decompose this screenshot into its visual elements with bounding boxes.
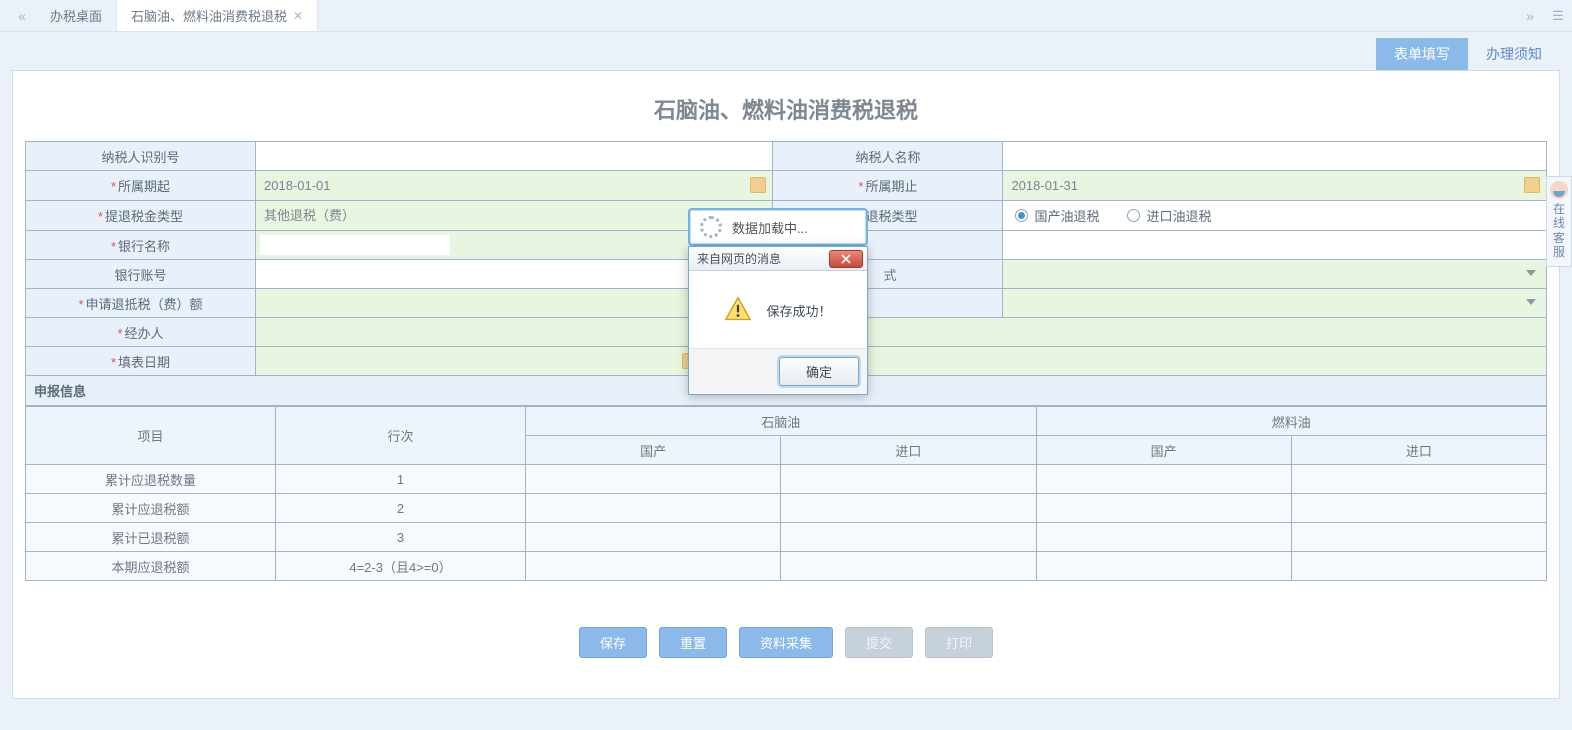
tool-tab-notice[interactable]: 办理须知 bbox=[1468, 38, 1560, 70]
decl-table: 项目 行次 石脑油 燃料油 国产 进口 国产 进口 累计应退税数量 1 累计应退… bbox=[25, 406, 1547, 581]
tabs-prev-icon[interactable]: « bbox=[8, 0, 36, 31]
calendar-icon[interactable] bbox=[750, 177, 766, 193]
loading-popup: 数据加载中... bbox=[688, 208, 868, 246]
lbl-bank-acct: 银行账号 bbox=[26, 260, 256, 289]
th-fueloil-import: 进口 bbox=[1291, 436, 1546, 465]
msgbox-body: 保存成功！ bbox=[766, 301, 831, 320]
avatar-icon bbox=[1550, 181, 1568, 199]
val-taxpayer-name[interactable] bbox=[1003, 142, 1547, 171]
chevron-down-icon[interactable] bbox=[1526, 270, 1536, 276]
lbl-period-from: *所属期起 bbox=[26, 171, 256, 201]
lbl-handler: *经办人 bbox=[26, 318, 256, 347]
tab-bar: « 办税桌面 石脑油、燃料油消费税退税 ✕ » ☰ bbox=[0, 0, 1572, 32]
val-taxpayer-id[interactable] bbox=[256, 142, 773, 171]
val-bank-name-extra[interactable] bbox=[1003, 231, 1547, 260]
print-button: 打印 bbox=[925, 627, 993, 658]
lbl-taxpayer-name: 纳税人名称 bbox=[773, 142, 1003, 171]
page-toolbar: 表单填写 办理须知 bbox=[0, 32, 1572, 70]
th-fueloil: 燃料油 bbox=[1036, 407, 1547, 436]
table-row: 累计应退税数量 1 bbox=[26, 465, 1547, 494]
val-handler[interactable] bbox=[256, 318, 1547, 347]
th-fueloil-domestic: 国产 bbox=[1036, 436, 1291, 465]
loading-text: 数据加载中... bbox=[732, 218, 808, 237]
calendar-icon[interactable] bbox=[1524, 177, 1540, 193]
chevron-down-icon[interactable] bbox=[1526, 299, 1536, 305]
warning-icon bbox=[724, 295, 752, 326]
ok-button[interactable]: 确定 bbox=[779, 357, 859, 386]
lbl-apply-amount: *申请退抵税（费）额 bbox=[26, 289, 256, 318]
collect-button[interactable]: 资料采集 bbox=[739, 627, 833, 658]
save-button[interactable]: 保存 bbox=[579, 627, 647, 658]
tab-home[interactable]: 办税桌面 bbox=[36, 0, 117, 31]
tab-current[interactable]: 石脑油、燃料油消费税退税 ✕ bbox=[117, 0, 318, 31]
message-box: 来自网页的消息 保存成功！ 确定 bbox=[688, 246, 868, 395]
tabs-menu-icon[interactable]: ☰ bbox=[1544, 8, 1572, 24]
close-icon[interactable] bbox=[829, 250, 863, 268]
tool-tab-form[interactable]: 表单填写 bbox=[1376, 38, 1468, 70]
table-row: 累计已退税额 3 bbox=[26, 523, 1547, 552]
th-naphtha-import: 进口 bbox=[781, 436, 1036, 465]
table-row: 本期应退税额 4=2-3（且4>=0） bbox=[26, 552, 1547, 581]
th-row: 行次 bbox=[276, 407, 526, 465]
th-naphtha: 石脑油 bbox=[526, 407, 1037, 436]
val-hidden2[interactable] bbox=[1003, 260, 1547, 289]
online-service[interactable]: 在线客服 在线客服 bbox=[1546, 176, 1572, 267]
val-tax-type: 国产油退税 进口油退税 bbox=[1003, 201, 1547, 231]
tabs-next-icon[interactable]: » bbox=[1516, 8, 1544, 24]
msgbox-titlebar: 来自网页的消息 bbox=[689, 247, 867, 271]
msgbox-title: 来自网页的消息 bbox=[697, 250, 781, 267]
lbl-taxpayer-id: 纳税人识别号 bbox=[26, 142, 256, 171]
val-period-from[interactable]: 2018-01-01 bbox=[256, 171, 773, 201]
reset-button[interactable]: 重置 bbox=[659, 627, 727, 658]
button-bar: 保存 重置 资料采集 提交 打印 bbox=[13, 627, 1559, 658]
lbl-refund-type: *提退税金类型 bbox=[26, 201, 256, 231]
lbl-period-to: *所属期止 bbox=[773, 171, 1003, 201]
radio-import[interactable]: 进口油退税 bbox=[1127, 206, 1211, 225]
lbl-fill-date: *填表日期 bbox=[26, 347, 256, 376]
th-naphtha-domestic: 国产 bbox=[526, 436, 781, 465]
lbl-bank-name: *银行名称 bbox=[26, 231, 256, 260]
close-icon[interactable]: ✕ bbox=[293, 9, 303, 23]
spinner-icon bbox=[700, 216, 722, 238]
val-fill-date[interactable] bbox=[256, 347, 1547, 376]
th-item: 项目 bbox=[26, 407, 276, 465]
radio-domestic[interactable]: 国产油退税 bbox=[1015, 206, 1099, 225]
page-title: 石脑油、燃料油消费税退税 bbox=[13, 71, 1559, 141]
submit-button: 提交 bbox=[845, 627, 913, 658]
val-period-to[interactable]: 2018-01-31 bbox=[1003, 171, 1547, 201]
val-hidden3[interactable] bbox=[1003, 289, 1547, 318]
table-row: 累计应退税额 2 bbox=[26, 494, 1547, 523]
